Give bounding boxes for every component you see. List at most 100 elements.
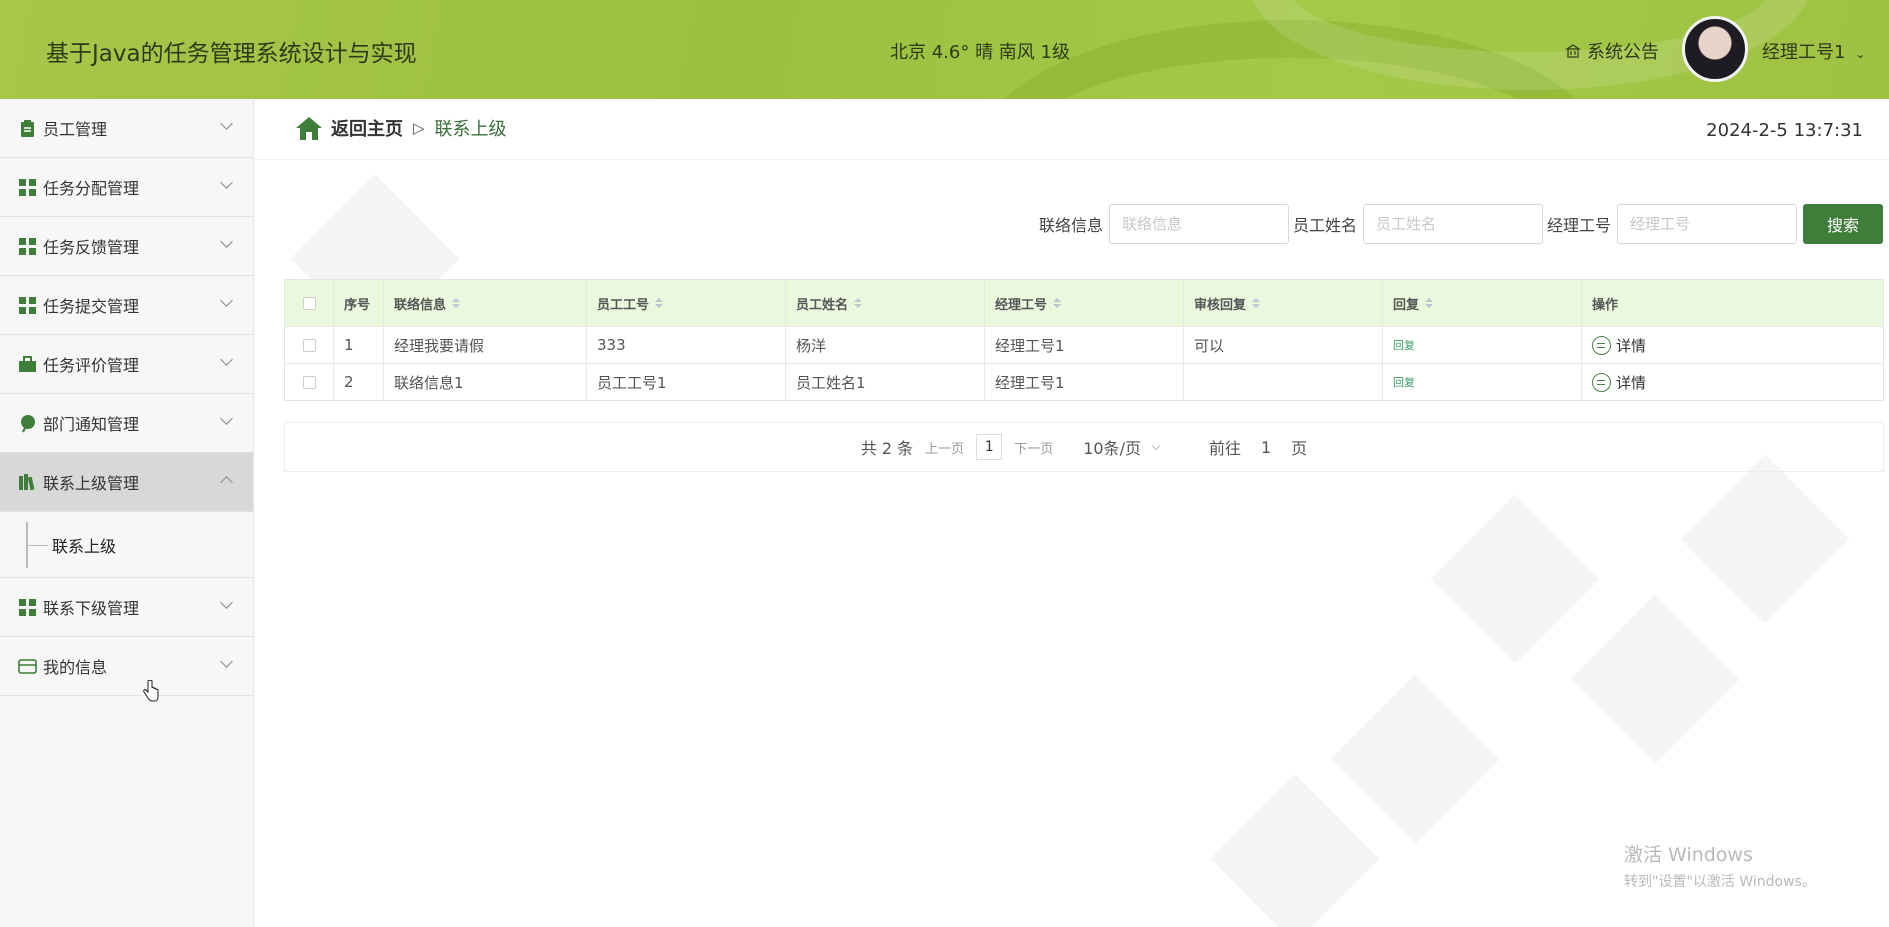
goto-suffix: 页 — [1291, 439, 1308, 458]
current-datetime: 2024-2-5 13:7:31 — [1706, 120, 1863, 141]
select-all-checkbox[interactable] — [302, 296, 316, 310]
contact-search-input[interactable] — [1108, 204, 1289, 244]
table-cell: 经理我要请假 — [384, 327, 587, 363]
search-bar: 联络信息 员工姓名 经理工号 搜索 — [1035, 204, 1883, 244]
weather-info: 北京 4.6° 晴 南风 1级 — [890, 42, 1070, 63]
pagination-total: 共 2 条 — [860, 439, 914, 458]
data-table: 序号 联络信息 员工工号 员工姓名 经理工号 审核回复 回复 操作 1 经理我要… — [284, 279, 1884, 401]
page-size-value: 10条/页 — [1083, 439, 1141, 458]
detail-label: 详情 — [1616, 336, 1647, 355]
sidebar-item-label: 任务分配管理 — [43, 179, 140, 198]
sidebar-item-employee[interactable]: 员工管理 — [0, 99, 253, 158]
reply-cell: 回复 — [1383, 327, 1582, 363]
column-header[interactable]: 经理工号 — [985, 280, 1184, 326]
goto-label: 前往 — [1208, 439, 1241, 458]
sidebar: 员工管理 任务分配管理 任务反馈管理 任务提交管理 任务评价管理 部门通知管理 … — [0, 99, 254, 927]
table-cell: 1 — [334, 327, 384, 363]
detail-button[interactable]: 详情 — [1592, 335, 1646, 356]
column-header[interactable]: 联络信息 — [384, 280, 587, 326]
bank-icon — [1565, 44, 1581, 58]
page-number-button[interactable]: 1 — [976, 434, 1003, 460]
action-cell: 详情 — [1582, 327, 1883, 363]
reply-link[interactable]: 回复 — [1393, 374, 1415, 390]
grid-icon — [19, 178, 36, 196]
column-header-label: 员工姓名 — [796, 297, 849, 313]
table-cell — [1184, 364, 1383, 400]
column-header-label: 回复 — [1393, 297, 1420, 313]
sidebar-subitem-contact-superior[interactable]: 联系上级 — [0, 512, 253, 578]
sort-icon[interactable] — [1252, 298, 1261, 308]
row-checkbox[interactable] — [302, 338, 316, 352]
reply-link[interactable]: 回复 — [1393, 337, 1415, 353]
table-cell: 333 — [587, 327, 786, 363]
sort-icon[interactable] — [1425, 298, 1434, 308]
chevron-down-icon — [220, 412, 233, 425]
table-cell: 员工姓名1 — [786, 364, 985, 400]
detail-icon — [1592, 335, 1611, 355]
clipboard-icon — [21, 119, 34, 137]
next-page-button[interactable]: 下一页 — [1014, 438, 1053, 457]
sidebar-item-task-evaluate[interactable]: 任务评价管理 — [0, 335, 253, 394]
sidebar-item-task-assign[interactable]: 任务分配管理 — [0, 158, 253, 217]
table-cell: 杨洋 — [786, 327, 985, 363]
column-header-label: 联络信息 — [394, 297, 447, 313]
column-header[interactable]: 员工姓名 — [786, 280, 985, 326]
sidebar-item-task-submit[interactable]: 任务提交管理 — [0, 276, 253, 335]
sidebar-item-label: 员工管理 — [43, 120, 108, 139]
detail-button[interactable]: 详情 — [1592, 372, 1646, 393]
table-cell: 经理工号1 — [985, 364, 1184, 400]
sidebar-item-label: 任务评价管理 — [43, 356, 140, 375]
column-header-label: 经理工号 — [995, 297, 1048, 313]
search-button[interactable]: 搜索 — [1803, 204, 1883, 244]
mouse-pointer-icon — [143, 680, 159, 702]
column-header[interactable]: 回复 — [1383, 280, 1582, 326]
row-checkbox-cell — [285, 327, 334, 363]
breadcrumb-current: 联系上级 — [434, 119, 507, 140]
sort-icon[interactable] — [655, 298, 664, 308]
grid-icon — [19, 296, 36, 314]
manager-no-search-input[interactable] — [1617, 204, 1797, 244]
employee-name-search-input[interactable] — [1362, 204, 1543, 244]
table-header-row: 序号 联络信息 员工工号 员工姓名 经理工号 审核回复 回复 操作 — [285, 280, 1883, 326]
sort-icon[interactable] — [854, 298, 863, 308]
sort-icon[interactable] — [452, 298, 461, 308]
sidebar-item-dept-notice[interactable]: 部门通知管理 — [0, 394, 253, 453]
background-tile — [1570, 594, 1740, 764]
user-menu[interactable]: 经理工号1 ⌄ — [1762, 38, 1865, 64]
action-cell: 详情 — [1582, 364, 1883, 400]
user-label: 经理工号1 — [1762, 42, 1846, 63]
home-icon[interactable] — [295, 115, 323, 141]
sidebar-item-task-feedback[interactable]: 任务反馈管理 — [0, 217, 253, 276]
background-tile — [1430, 494, 1600, 664]
prev-page-button[interactable]: 上一页 — [925, 438, 964, 457]
detail-icon — [1592, 372, 1611, 392]
table-cell: 2 — [334, 364, 384, 400]
sort-icon[interactable] — [1053, 298, 1062, 308]
reply-cell: 回复 — [1383, 364, 1582, 400]
system-notice-link[interactable]: 系统公告 — [1565, 38, 1659, 64]
goto-page-input[interactable]: 1 — [1261, 438, 1271, 457]
sidebar-item-label: 部门通知管理 — [43, 415, 140, 434]
chevron-down-icon — [220, 596, 233, 609]
sidebar-item-my-info[interactable]: 我的信息 — [0, 637, 253, 696]
system-notice-label: 系统公告 — [1587, 42, 1659, 63]
breadcrumb: 返回主页 ▷ 联系上级 — [295, 115, 507, 141]
top-header: 基于Java的任务管理系统设计与实现 北京 4.6° 晴 南风 1级 系统公告 … — [0, 0, 1889, 99]
column-header[interactable]: 审核回复 — [1184, 280, 1383, 326]
chevron-down-icon — [220, 353, 233, 366]
sidebar-item-contact-subordinate[interactable]: 联系下级管理 — [0, 578, 253, 637]
background-tile — [1210, 774, 1380, 927]
column-header-label: 操作 — [1592, 297, 1619, 313]
table-cell: 联络信息1 — [384, 364, 587, 400]
breadcrumb-home-link[interactable]: 返回主页 — [331, 115, 403, 141]
tree-line — [28, 545, 48, 546]
table-row: 2 联络信息1 员工工号1 员工姓名1 经理工号1 回复 详情 — [285, 363, 1883, 400]
page-size-select[interactable]: 10条/页 — [1083, 435, 1161, 459]
card-icon — [18, 658, 37, 674]
avatar[interactable] — [1682, 16, 1748, 82]
row-checkbox[interactable] — [302, 375, 316, 389]
sidebar-item-contact-superior[interactable]: 联系上级管理 — [0, 453, 253, 512]
chevron-up-icon — [220, 476, 233, 489]
chevron-down-icon — [220, 235, 233, 248]
column-header[interactable]: 员工工号 — [587, 280, 786, 326]
